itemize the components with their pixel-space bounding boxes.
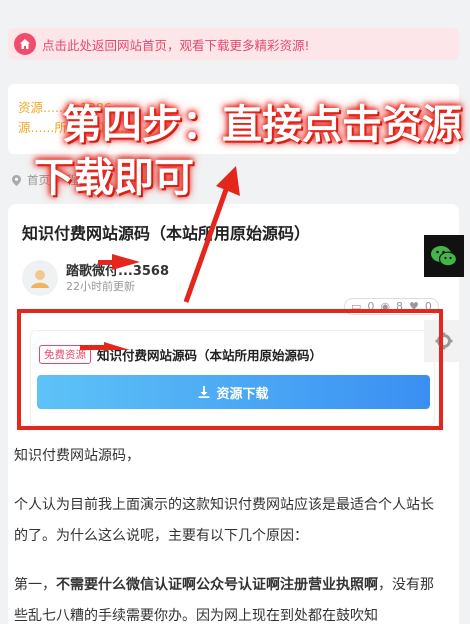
article-stats: ▭ 0 ◉ 8 ♥ 0 — [344, 298, 439, 315]
resource-download-button[interactable]: 资源下载 — [37, 375, 430, 409]
download-box: 免费资源 知识付费网站源码（本站所用原始源码） 资源下载 — [30, 330, 435, 426]
article-card: 知识付费网站源码（本站所用原始源码） 踏歌微付...3568 22小时前更新 ▭… — [8, 204, 459, 624]
free-resource-badge: 免费资源 — [39, 345, 91, 364]
content-paragraph-3: 第一，不需要什么微信认证啊公众号认证啊注册营业执照啊，没有那些乱七八糟的手续需要… — [14, 570, 439, 624]
download-button-label: 资源下载 — [216, 386, 269, 402]
annotation-step-text-line-1: 第四步：直接点击资源 — [62, 102, 462, 148]
update-time: 22小时前更新 — [66, 280, 135, 293]
wechat-icon — [431, 246, 458, 267]
eye-icon: ◉ — [380, 300, 391, 313]
view-count: 8 — [396, 300, 404, 313]
thumbs-up-icon: ♥ — [409, 300, 419, 313]
content-paragraph-1: 知识付费网站源码， — [14, 448, 140, 464]
avatar[interactable] — [22, 260, 58, 296]
home-notice-bar[interactable]: 点击此处返回网站首页，观看下载更多精彩资源! — [8, 28, 459, 60]
paragraph-3-bold: 不需要什么微信认证啊公众号认证啊注册营业执照啊 — [56, 577, 378, 593]
gear-icon — [435, 332, 453, 350]
location-pin-icon — [12, 174, 21, 186]
article-title: 知识付费网站源码（本站所用原始源码） — [22, 224, 311, 243]
author-name[interactable]: 踏歌微付...3568 — [66, 260, 169, 279]
download-title: 知识付费网站源码（本站所用原始源码） — [97, 348, 323, 363]
settings-button[interactable] — [424, 320, 464, 362]
wechat-button[interactable] — [424, 235, 464, 277]
comment-count: 0 — [367, 300, 375, 313]
content-paragraph-2: 个人认为目前我上面演示的这款知识付费网站应该是最适合个人站长的了。为什么这么说呢… — [14, 497, 434, 544]
comment-icon: ▭ — [351, 300, 362, 313]
paragraph-3-lead: 第一， — [14, 577, 56, 593]
like-count: 0 — [424, 300, 432, 313]
download-icon — [198, 386, 210, 398]
notice-text: 点击此处返回网站首页，观看下载更多精彩资源! — [42, 37, 310, 53]
home-icon — [14, 33, 36, 55]
annotation-step-text-line-2: 下载即可 — [34, 155, 194, 201]
